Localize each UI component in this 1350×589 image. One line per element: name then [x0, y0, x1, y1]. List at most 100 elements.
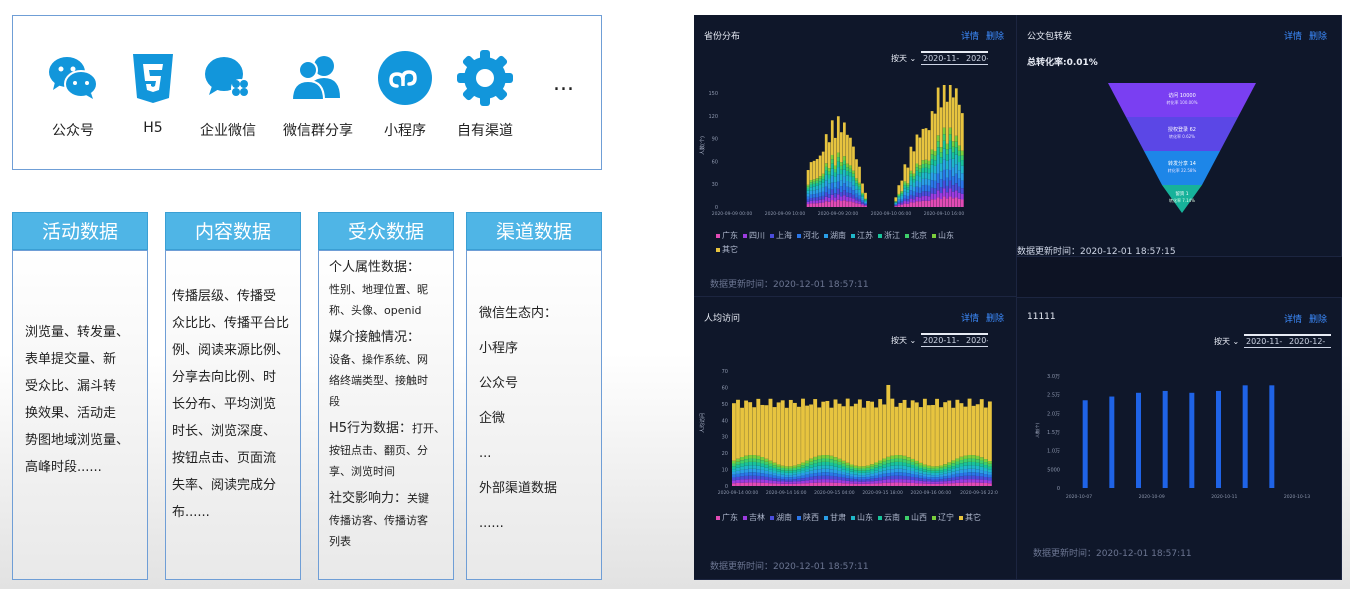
bar-segment [960, 160, 964, 166]
date-end-input[interactable]: 2020-12- [964, 51, 988, 65]
bar-segment [960, 155, 964, 161]
bar-segment [776, 483, 781, 486]
legend-item[interactable]: 湖南 [770, 513, 792, 522]
legend-item[interactable]: 上海 [770, 231, 792, 240]
channel-group-share[interactable]: 微信群分享 [278, 48, 358, 140]
bar-segment [948, 134, 952, 141]
legend-item[interactable]: 河北 [797, 231, 819, 240]
legend-item[interactable]: 北京 [905, 231, 927, 240]
funnel-label: 转发分享 14 [1168, 160, 1196, 167]
bar-segment [936, 173, 940, 184]
bar-segment [833, 137, 837, 166]
bar-segment [975, 462, 980, 466]
bar-segment [797, 481, 801, 484]
bar-segment [936, 183, 940, 191]
period-select[interactable]: 按天 ⌄ [891, 335, 916, 346]
update-time: 数据更新时间：2020-12-01 18:57:11 [710, 280, 869, 290]
bar-segment [852, 180, 855, 186]
legend-item[interactable]: 江苏 [851, 231, 873, 240]
legend-swatch [905, 515, 909, 520]
date-end-input[interactable]: 2020-12- [1287, 334, 1331, 348]
bar-segment [894, 203, 898, 205]
detail-link[interactable]: 详情 [961, 311, 979, 324]
funnel-label: 转化率 0.62% [1169, 133, 1195, 139]
bar-segment [939, 152, 943, 158]
bar-segment [858, 189, 861, 193]
bar-segment [930, 187, 934, 194]
legend-item[interactable]: 浙江 [878, 231, 900, 240]
bar-segment [752, 475, 757, 480]
legend-item[interactable]: 其它 [716, 245, 738, 254]
period-select[interactable]: 按天 ⌄ [1214, 336, 1239, 347]
legend-item[interactable]: 云南 [878, 513, 900, 522]
more-channels[interactable]: ... [553, 71, 574, 96]
detail-link[interactable]: 详情 [1284, 29, 1302, 42]
bar-segment [744, 465, 749, 470]
bar-segment [954, 88, 958, 136]
text-line: 按钮点击、翻页、分 [329, 444, 428, 457]
channel-wework[interactable]: 企业微信 [188, 48, 268, 140]
legend-item[interactable]: 山西 [905, 513, 927, 522]
legend-item[interactable]: 吉林 [743, 513, 765, 522]
bar-segment [983, 471, 988, 475]
detail-link[interactable]: 详情 [1284, 312, 1302, 325]
bar-segment [957, 170, 961, 179]
bar-segment [813, 482, 818, 486]
bar-segment [827, 197, 831, 202]
bar-segment [821, 187, 825, 192]
bar-segment [801, 480, 805, 484]
bar-segment [874, 467, 879, 471]
legend-item[interactable]: 其它 [959, 513, 981, 522]
bar-segment [878, 477, 883, 481]
legend-item[interactable]: 甘肃 [824, 513, 846, 522]
bar-segment [736, 479, 740, 483]
channel-mini-program[interactable]: 小程序 [365, 48, 445, 140]
date-start-input[interactable]: 2020-11- [1244, 334, 1288, 348]
bar-segment [960, 188, 964, 194]
delete-link[interactable]: 删除 [986, 29, 1004, 42]
bar-segment [971, 468, 976, 473]
bar-segment [809, 187, 813, 191]
wework-icon [205, 57, 249, 97]
bar-segment [897, 193, 901, 196]
legend-swatch [770, 233, 774, 238]
legend-item[interactable]: 山东 [851, 513, 873, 522]
text-line: 众比比、传播平台比 [172, 316, 290, 331]
channel-wechat-official[interactable]: 公众号 [33, 48, 113, 140]
legend-item[interactable]: 辽宁 [932, 513, 954, 522]
bar-segment [902, 469, 907, 473]
funnel-panel: 公文包转发 详情 删除 总转化率:0.01% 访问 10000 转化率 100.… [1017, 15, 1342, 257]
delete-link[interactable]: 删除 [1309, 312, 1327, 325]
y-tick-label: 60 [712, 159, 718, 165]
delete-link[interactable]: 删除 [986, 311, 1004, 324]
legend-item[interactable]: 四川 [743, 231, 765, 240]
bar-segment [849, 469, 854, 472]
bar-segment [849, 464, 854, 467]
bar-segment [987, 466, 992, 470]
date-end-input[interactable]: 2020-12- [964, 333, 988, 347]
channel-own[interactable]: 自有渠道 [445, 48, 525, 140]
bar-segment [894, 479, 899, 483]
bar-segment [825, 461, 830, 466]
bar-segment [975, 475, 980, 480]
legend-item[interactable]: 山东 [932, 231, 954, 240]
bar-segment [947, 470, 952, 473]
legend-item[interactable]: 广东 [716, 231, 738, 240]
bar-segment [752, 461, 757, 466]
bar-segment [894, 482, 899, 486]
bar-segment [772, 467, 777, 471]
y-axis: 3.0万 2.5万 2.0万 1.5万 1.0万 5000 0 [1047, 374, 1060, 492]
bar-segment [809, 180, 813, 183]
period-select[interactable]: 按天 ⌄ [891, 53, 916, 64]
legend-item[interactable]: 陕西 [797, 513, 819, 522]
bar-segment [858, 184, 861, 187]
legend-item[interactable]: 湖南 [824, 231, 846, 240]
legend-item[interactable]: 广东 [716, 513, 738, 522]
bar-segment [862, 475, 866, 478]
bar-segment [857, 479, 862, 482]
bar-segment [827, 194, 831, 198]
channel-h5[interactable]: H5 [113, 48, 193, 136]
detail-link[interactable]: 详情 [961, 29, 979, 42]
delete-link[interactable]: 删除 [1309, 29, 1327, 42]
bar-segment [918, 470, 923, 474]
